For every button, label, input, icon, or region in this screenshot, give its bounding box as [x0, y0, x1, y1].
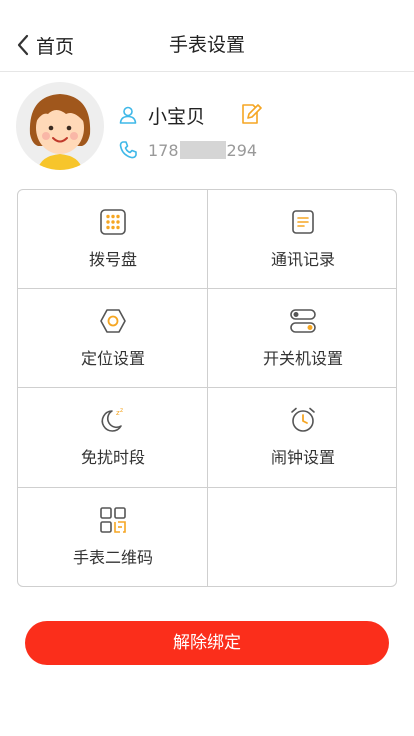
name-row: 小宝贝 [118, 102, 205, 128]
phone-icon [119, 141, 137, 159]
child-avatar-illustration [29, 94, 91, 170]
menu-item-do-not-disturb[interactable]: z z 免扰时段 [18, 388, 208, 487]
menu-item-watch-qr-code[interactable]: 手表二维码 [18, 488, 208, 586]
menu-item-label: 通讯记录 [270, 250, 335, 269]
menu-item-call-log[interactable]: 通讯记录 [208, 190, 396, 288]
settings-grid: 拨号盘 通讯记录 定位设置 开关机设置 z z 免扰时段 闹钟设置 手表二维码 [17, 189, 397, 587]
phone-row: 178 294 [118, 138, 257, 162]
phone-prefix: 178 [148, 140, 179, 160]
menu-item-label: 开关机设置 [262, 349, 343, 368]
profile-section: 小宝贝 178 294 [0, 82, 414, 178]
empty-grid-cell [208, 488, 396, 586]
alarm-clock-icon [291, 407, 315, 432]
power-toggle-icon [290, 309, 316, 333]
edit-icon [242, 104, 262, 124]
menu-item-label: 手表二维码 [72, 548, 153, 567]
qr-code-icon [100, 507, 126, 533]
avatar[interactable] [16, 82, 104, 170]
child-name: 小宝贝 [148, 105, 206, 128]
dialpad-icon [100, 209, 126, 235]
menu-item-label: 免扰时段 [80, 448, 145, 467]
phone-suffix: 294 [226, 140, 258, 160]
nav-bar: 首页 手表设置 [0, 0, 414, 72]
menu-item-label: 定位设置 [80, 349, 145, 368]
user-icon [119, 106, 137, 124]
menu-item-label: 闹钟设置 [270, 448, 335, 467]
edit-profile-button[interactable] [240, 102, 262, 126]
location-icon [100, 309, 126, 333]
page-title: 手表设置 [168, 34, 245, 56]
svg-text:z: z [120, 407, 123, 414]
phone-number: 178 294 [148, 141, 257, 160]
menu-item-power-schedule[interactable]: 开关机设置 [208, 289, 396, 387]
menu-item-dialpad[interactable]: 拨号盘 [18, 190, 208, 288]
unbind-button[interactable]: 解除绑定 [25, 621, 389, 665]
menu-item-label: 拨号盘 [88, 250, 137, 269]
phone-mask [179, 141, 226, 159]
menu-item-location[interactable]: 定位设置 [18, 289, 208, 387]
do-not-disturb-moon-icon: z z [101, 407, 123, 432]
contact-log-icon [292, 210, 314, 234]
menu-item-alarm[interactable]: 闹钟设置 [208, 388, 396, 487]
